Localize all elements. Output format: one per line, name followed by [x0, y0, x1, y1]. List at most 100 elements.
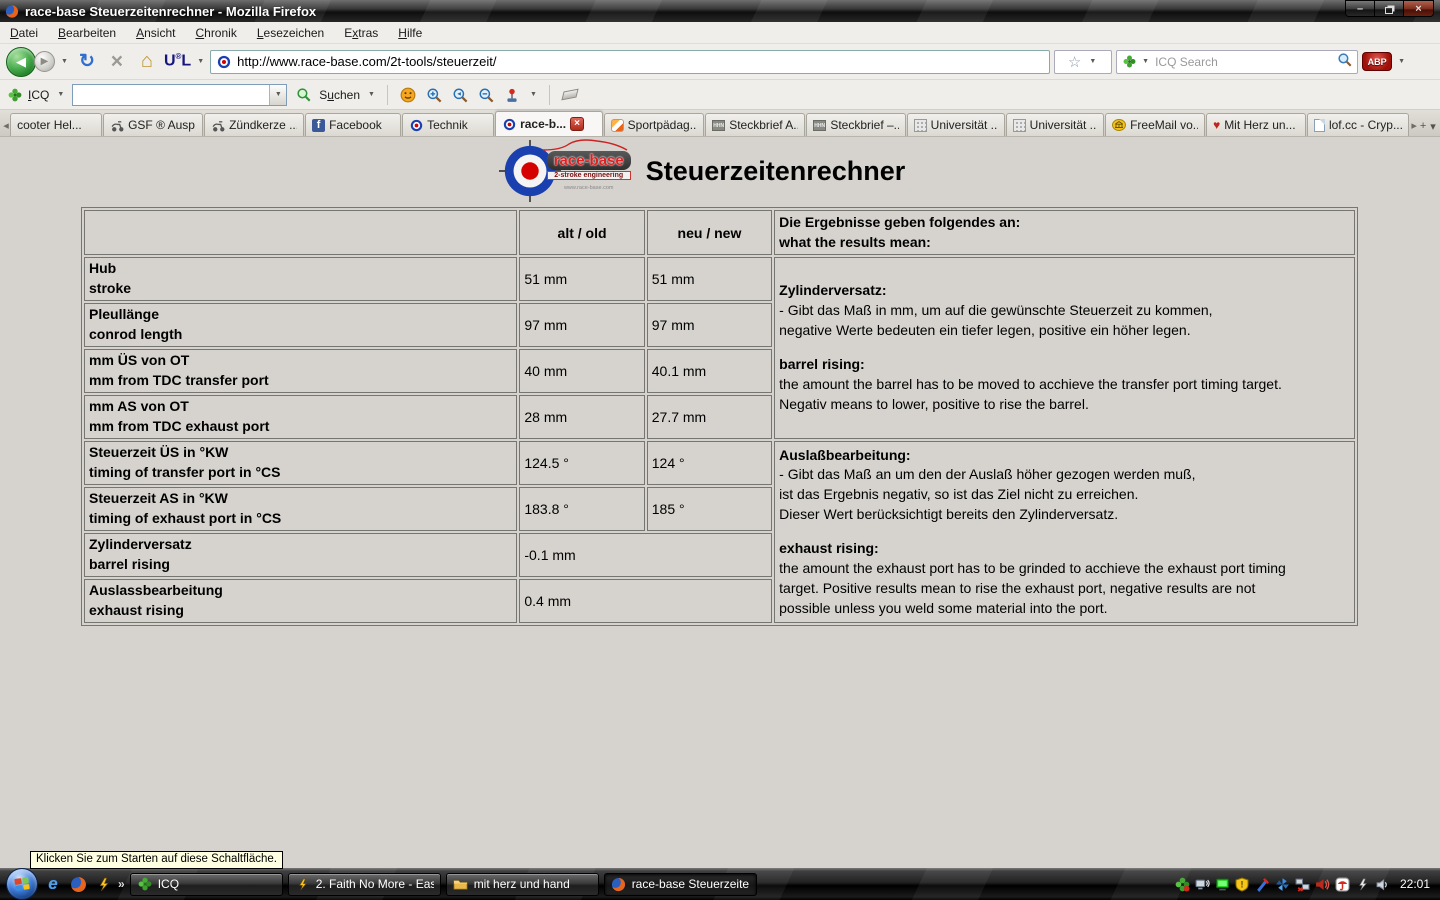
bookmark-star-icon[interactable]: ☆: [1068, 53, 1081, 71]
firefox-icon: [611, 876, 627, 892]
forward-button[interactable]: ▶: [34, 51, 55, 72]
eraser-icon[interactable]: [560, 85, 580, 105]
system-tray: ! 22:01: [1174, 876, 1434, 893]
icq-offline-tray-icon[interactable]: [1174, 876, 1191, 893]
value-new: 124 °: [647, 441, 772, 485]
tab-race-base-active[interactable]: race-b... ×: [495, 111, 603, 136]
stop-button[interactable]: ×: [104, 50, 130, 74]
tab-list-dropdown[interactable]: ▾: [1428, 116, 1438, 136]
internet-explorer-icon[interactable]: e: [43, 874, 63, 894]
zoom-reset-icon[interactable]: [450, 85, 470, 105]
tab-close-button[interactable]: ×: [570, 117, 584, 131]
value-new: 27.7 mm: [647, 395, 772, 439]
new-tab-button[interactable]: +: [1418, 116, 1428, 136]
explanation-cell-2: Auslaßbearbeitung: - Gibt das Maß an um …: [774, 441, 1355, 623]
taskbar-button-folder[interactable]: mit herz und hand: [446, 873, 599, 896]
pinwheel-tray-icon[interactable]: [1274, 876, 1291, 893]
start-button-tooltip: Klicken Sie zum Starten auf diese Schalt…: [30, 851, 283, 869]
icq-toolbar-clover-icon: [8, 88, 22, 102]
suchen-dropdown[interactable]: ▼: [366, 91, 377, 98]
search-input[interactable]: ICQ Search: [1155, 55, 1333, 69]
url-tool-dropdown[interactable]: ▼: [195, 58, 206, 65]
taskbar-button-firefox-active[interactable]: race-base Steuerzeite...: [604, 873, 757, 896]
scooter-icon: [110, 118, 124, 132]
start-button[interactable]: [6, 868, 38, 900]
restore-button[interactable]: [1375, 1, 1404, 17]
graphics-tool-tray-icon[interactable]: [1254, 876, 1271, 893]
combobox-dropdown-button[interactable]: ▼: [269, 85, 286, 105]
system-monitor-tray-icon[interactable]: [1214, 876, 1231, 893]
winamp-agent-tray-icon[interactable]: [1354, 876, 1371, 893]
zoom-out-icon[interactable]: [476, 85, 496, 105]
menu-extras[interactable]: Extras: [334, 23, 388, 43]
menu-ansicht[interactable]: Ansicht: [126, 23, 185, 43]
taskbar-button-icq[interactable]: ICQ: [130, 873, 283, 896]
url-tool-button[interactable]: U®L: [164, 52, 191, 70]
remote-display-tray-icon[interactable]: [1194, 876, 1211, 893]
suchen-button[interactable]: Suchen: [319, 88, 360, 102]
history-dropdown[interactable]: ▼: [59, 58, 70, 65]
menu-datei[interactable]: Datei: [0, 23, 48, 43]
menu-hilfe[interactable]: Hilfe: [388, 23, 432, 43]
adblock-dropdown[interactable]: ▼: [1396, 58, 1407, 65]
tab-freemail[interactable]: FreeMail vo...: [1105, 113, 1205, 136]
reload-button[interactable]: ↻: [74, 50, 100, 73]
tab-scroll-right-button[interactable]: ▸: [1410, 115, 1418, 136]
menu-lesezeichen[interactable]: Lesezeichen: [247, 23, 334, 43]
document-icon: [1314, 119, 1325, 132]
home-button[interactable]: ⌂: [134, 50, 160, 73]
column-header-old: alt / old: [519, 210, 644, 255]
firefox-quicklaunch-icon[interactable]: [68, 874, 88, 894]
close-button[interactable]: ×: [1404, 1, 1433, 17]
adblock-plus-button[interactable]: ABP: [1362, 52, 1392, 71]
tab-mit-herz[interactable]: ♥ Mit Herz un...: [1206, 113, 1306, 136]
minimize-button[interactable]: –: [1346, 1, 1375, 17]
tab-steckbrief-b[interactable]: HHN Steckbrief –...: [806, 113, 906, 136]
value-old: 40 mm: [519, 349, 644, 393]
window-titlebar: race-base Steuerzeitenrechner - Mozilla …: [0, 0, 1440, 22]
quicklaunch-overflow-button[interactable]: »: [118, 877, 125, 891]
address-bar[interactable]: http://www.race-base.com/2t-tools/steuer…: [210, 50, 1050, 74]
row-label-de: Pleullänge: [89, 305, 512, 325]
row-label-de: Hub: [89, 259, 512, 279]
volume-tray-icon[interactable]: [1374, 876, 1391, 893]
winamp-quicklaunch-icon[interactable]: [93, 874, 113, 894]
tab-technik[interactable]: Technik: [402, 113, 494, 136]
icq-menu-dropdown[interactable]: ▼: [55, 91, 66, 98]
tab-universitaet-1[interactable]: Universität ...: [907, 113, 1005, 136]
taskbar-button-winamp[interactable]: 2. Faith No More - Eas...: [288, 873, 441, 896]
sound-muted-tray-icon[interactable]: [1314, 876, 1331, 893]
joystick-icon[interactable]: [502, 85, 522, 105]
joystick-dropdown[interactable]: ▼: [528, 91, 539, 98]
network-disconnected-tray-icon[interactable]: [1294, 876, 1311, 893]
tab-scroll-left-button[interactable]: ◂: [2, 115, 10, 136]
smiley-icon[interactable]: [398, 85, 418, 105]
tab-steckbrief-a[interactable]: HHN Steckbrief A...: [705, 113, 805, 136]
tab-sportpaedagogik[interactable]: Sportpädag...: [604, 113, 704, 136]
icq-menu-button[interactable]: ICQ: [28, 88, 49, 102]
tab-scooter-help[interactable]: cooter Hel...: [10, 113, 102, 136]
row-label-de: Steuerzeit AS in °KW: [89, 489, 512, 509]
back-button[interactable]: ◀: [6, 47, 36, 77]
icq-search-combobox[interactable]: ▼: [72, 84, 287, 106]
tab-facebook[interactable]: f Facebook: [305, 113, 401, 136]
menu-chronik[interactable]: Chronik: [185, 23, 246, 43]
tab-zuendkerze[interactable]: Zündkerze ...: [204, 113, 304, 136]
tab-universitaet-2[interactable]: Universität ...: [1006, 113, 1104, 136]
security-alert-shield-icon[interactable]: !: [1234, 876, 1251, 893]
table-row: Hubstroke 51 mm 51 mm Zylinderversatz: -…: [84, 257, 1355, 301]
avira-antivir-tray-icon[interactable]: [1334, 876, 1351, 893]
taskbar: e » ICQ 2. Faith No More - Eas... mit he…: [0, 868, 1440, 900]
tab-gsf-auspuff[interactable]: GSF ® Ausp...: [103, 113, 203, 136]
zoom-in-icon[interactable]: [424, 85, 444, 105]
tab-lof-cc[interactable]: lof.cc - Cryp...: [1307, 113, 1409, 136]
search-magnifier-icon[interactable]: [1337, 52, 1352, 72]
menu-bearbeiten[interactable]: Bearbeiten: [48, 23, 126, 43]
icq-clover-icon: [137, 876, 153, 892]
hhn-icon: HHN: [712, 120, 725, 131]
search-engine-dropdown[interactable]: ▼: [1140, 58, 1151, 65]
table-row: Steuerzeit ÜS in °KWtiming of transfer p…: [84, 441, 1355, 485]
search-box[interactable]: ▼ ICQ Search: [1116, 50, 1358, 74]
bookmark-dropdown[interactable]: ▼: [1087, 58, 1098, 65]
taskbar-clock[interactable]: 22:01: [1400, 877, 1430, 891]
